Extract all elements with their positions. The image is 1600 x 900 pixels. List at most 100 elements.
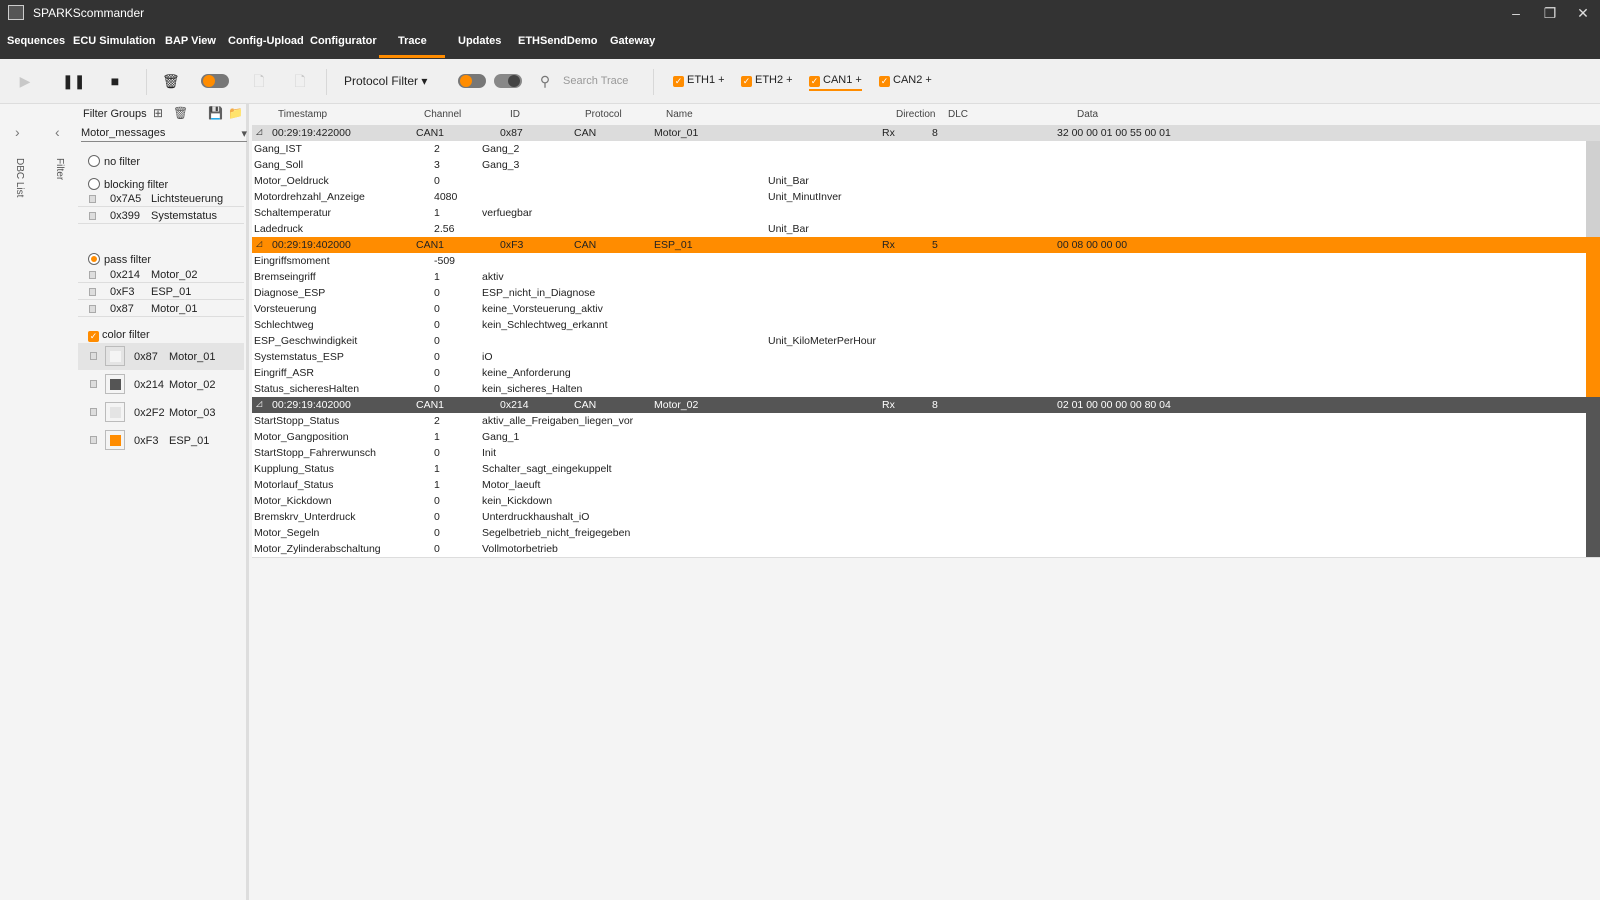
signal-row[interactable]: Eingriffsmoment -509 — [252, 253, 1586, 269]
menu-gateway[interactable]: Gateway — [610, 35, 655, 47]
pause-icon[interactable]: ❚❚ — [62, 72, 85, 90]
signal-row[interactable]: StartStopp_Status 2 aktiv_alle_Freigaben_l… — [252, 413, 1586, 429]
signal-row[interactable]: Status_sicheresHalten 0 kein_sicheres_Halt… — [252, 381, 1586, 397]
menu-config-upload[interactable]: Config-Upload — [228, 35, 304, 47]
trash-icon[interactable]: 🗑 — [162, 72, 180, 90]
blocking-filter-radio[interactable]: blocking filter — [88, 178, 168, 191]
filter-group-select[interactable]: Motor_messages ▾ — [81, 127, 247, 142]
signal-text: Segelbetrieb_nicht_freigegeben — [482, 527, 631, 539]
col-timestamp[interactable]: Timestamp — [278, 109, 327, 120]
signal-row[interactable]: Schaltemperatur 1 verfuegbar — [252, 205, 1586, 221]
col-data[interactable]: Data — [1077, 109, 1098, 120]
save-icon[interactable]: 💾 — [208, 106, 223, 120]
signal-row[interactable]: Motor_Oeldruck 0 Unit_Bar — [252, 173, 1586, 189]
ascii-toggle[interactable] — [494, 74, 522, 88]
color-swatch[interactable] — [105, 374, 125, 394]
signal-row[interactable]: Motordrehzahl_Anzeige 4080 Unit_MinutInver — [252, 189, 1586, 205]
signal-row[interactable]: StartStopp_Fahrerwunsch 0 Init — [252, 445, 1586, 461]
col-dlc[interactable]: DLC — [948, 109, 968, 120]
filter-toggle[interactable] — [458, 74, 486, 88]
channel-eth1[interactable]: ✓ ETH1 + — [673, 74, 725, 87]
menu-sequences[interactable]: Sequences — [7, 35, 65, 47]
signal-value: 0 — [434, 543, 440, 555]
menu-ecu-simulation[interactable]: ECU Simulation — [73, 35, 156, 47]
signal-row[interactable]: Motorlauf_Status 1 Motor_laeuft — [252, 477, 1586, 493]
export-icon[interactable]: 🗋 — [251, 72, 267, 90]
col-channel[interactable]: Channel — [424, 109, 461, 120]
color-swatch[interactable] — [105, 346, 125, 366]
menu-trace[interactable]: Trace — [398, 35, 427, 47]
close-icon[interactable]: ✕ — [1573, 3, 1593, 23]
import-icon[interactable]: 🗋 — [292, 72, 308, 90]
signal-row[interactable]: Gang_Soll 3 Gang_3 — [252, 157, 1586, 173]
list-item[interactable]: 0x87 Motor_01 — [78, 301, 244, 317]
signal-row[interactable]: Gang_IST 2 Gang_2 — [252, 141, 1586, 157]
signal-value: 2.56 — [434, 223, 455, 235]
signal-row[interactable]: Systemstatus_ESP 0 iO — [252, 349, 1586, 365]
menu-updates[interactable]: Updates — [458, 35, 501, 47]
collapse-icon[interactable]: ‹ — [55, 124, 60, 140]
color-item[interactable]: 0x214 Motor_02 — [78, 371, 244, 398]
signal-row[interactable]: Bremskrv_Unterdruck 0 Unterdruckhaushalt_i… — [252, 509, 1586, 525]
signal-row[interactable]: Schlechtweg 0 kein_Schlechtweg_erkannt — [252, 317, 1586, 333]
signal-row[interactable]: Motor_Zylinderabschaltung 0 Vollmotorbetri… — [252, 541, 1586, 557]
signal-row[interactable]: Bremseingriff 1 aktiv — [252, 269, 1586, 285]
signal-row[interactable]: Eingriff_ASR 0 keine_Anforderung — [252, 365, 1586, 381]
signal-row[interactable]: Motor_Gangposition 1 Gang_1 — [252, 429, 1586, 445]
add-group-icon[interactable]: ⊞ — [153, 106, 163, 120]
col-name[interactable]: Name — [666, 109, 693, 120]
color-filter-checkbox[interactable]: ✓ color filter — [88, 329, 150, 342]
signal-row[interactable]: Ladedruck 2.56 Unit_Bar — [252, 221, 1586, 237]
dbc-list-tab[interactable]: DBC List — [14, 158, 25, 197]
signal-row[interactable]: Vorsteuerung 0 keine_Vorsteuerung_aktiv — [252, 301, 1586, 317]
search-input[interactable]: Search Trace — [563, 72, 653, 90]
collapse-arrow-icon[interactable]: ◿ — [256, 239, 262, 248]
color-item[interactable]: 0x87 Motor_01 — [78, 343, 244, 370]
pass-filter-radio[interactable]: pass filter — [88, 253, 151, 266]
minimize-icon[interactable]: – — [1506, 3, 1526, 23]
hex-toggle[interactable] — [201, 74, 229, 88]
collapse-arrow-icon[interactable]: ◿ — [256, 127, 262, 136]
collapse-arrow-icon[interactable]: ◿ — [256, 399, 262, 408]
signal-row[interactable]: Diagnose_ESP 0 ESP_nicht_in_Diagnose — [252, 285, 1586, 301]
message-row[interactable]: ◿ 00:29:19:402000 CAN1 0x214 CAN Motor_02 Rx 8 0… — [252, 397, 1600, 413]
list-item[interactable]: 0x399 Systemstatus — [78, 208, 244, 224]
signal-row[interactable]: ESP_Geschwindigkeit 0 Unit_KiloMeterPerHou… — [252, 333, 1586, 349]
signal-unit: Unit_MinutInver — [768, 191, 842, 203]
folder-icon[interactable]: 📁 — [228, 106, 243, 120]
signal-name: StartStopp_Status — [254, 415, 340, 427]
channel-can2[interactable]: ✓ CAN2 + — [879, 74, 932, 87]
delete-group-icon[interactable]: 🗑 — [173, 106, 188, 120]
signal-row[interactable]: Kupplung_Status 1 Schalter_sagt_eingekuppe… — [252, 461, 1586, 477]
menu-ethsenddemo[interactable]: ETHSendDemo — [518, 35, 597, 47]
expand-icon[interactable]: › — [15, 124, 20, 140]
signal-unit: Unit_Bar — [768, 175, 809, 187]
stop-icon[interactable]: ■ — [107, 72, 123, 90]
col-protocol[interactable]: Protocol — [585, 109, 622, 120]
menu-configurator[interactable]: Configurator — [310, 35, 377, 47]
color-swatch[interactable] — [105, 402, 125, 422]
menu-bap-view[interactable]: BAP View — [165, 35, 216, 47]
restore-icon[interactable]: ❐ — [1540, 3, 1560, 23]
color-swatch[interactable] — [105, 430, 125, 450]
no-filter-radio[interactable]: no filter — [88, 155, 140, 168]
list-item[interactable]: 0x7A5 Lichtsteuerung — [78, 191, 244, 207]
channel-can1[interactable]: ✓ CAN1 + — [809, 74, 862, 91]
col-direction[interactable]: Direction — [896, 109, 935, 120]
signal-text: Schalter_sagt_eingekuppelt — [482, 463, 612, 475]
protocol-filter-dropdown[interactable]: Protocol Filter ▾ — [344, 72, 444, 90]
cell-channel: CAN1 — [416, 127, 445, 139]
signal-row[interactable]: Motor_Segeln 0 Segelbetrieb_nicht_freigege… — [252, 525, 1586, 541]
channel-eth2[interactable]: ✓ ETH2 + — [741, 74, 793, 87]
color-item[interactable]: 0xF3 ESP_01 — [78, 427, 244, 454]
list-item[interactable]: 0x214 Motor_02 — [78, 267, 244, 283]
list-item[interactable]: 0xF3 ESP_01 — [78, 284, 244, 300]
signal-name: Motor_Oeldruck — [254, 175, 329, 187]
color-item[interactable]: 0x2F2 Motor_03 — [78, 399, 244, 426]
message-row[interactable]: ◿ 00:29:19:402000 CAN1 0xF3 CAN ESP_01 Rx 5 00 0… — [252, 237, 1600, 253]
message-row[interactable]: ◿ 00:29:19:422000 CAN1 0x87 CAN Motor_01 Rx 8 32… — [252, 125, 1600, 141]
filter-tab[interactable]: Filter — [54, 158, 65, 180]
col-id[interactable]: ID — [510, 109, 520, 120]
signal-row[interactable]: Motor_Kickdown 0 kein_Kickdown — [252, 493, 1586, 509]
play-icon[interactable]: ▶ — [17, 72, 33, 90]
